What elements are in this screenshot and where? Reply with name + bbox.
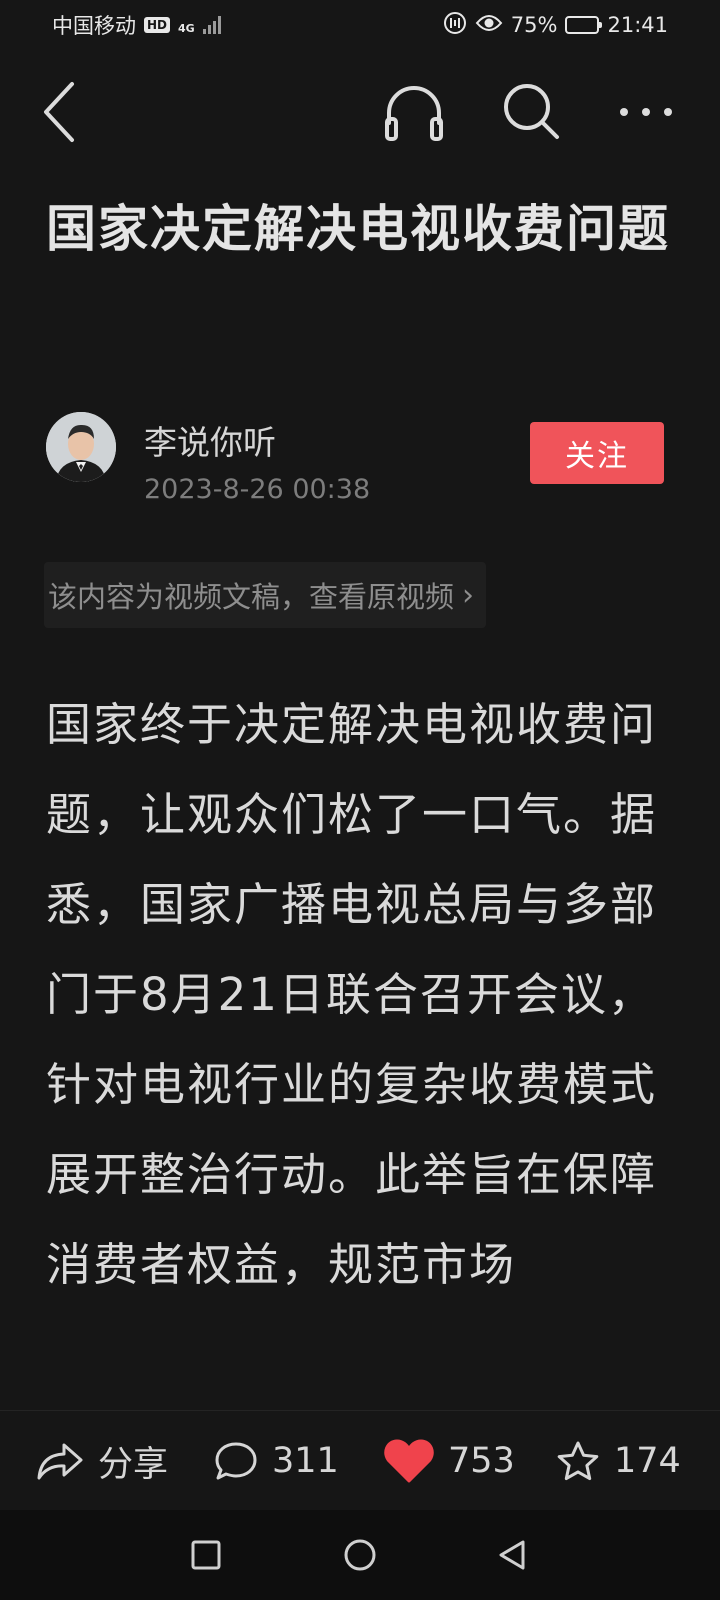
likes-count: 753 (448, 1441, 515, 1481)
share-icon (37, 1443, 83, 1480)
author-name[interactable]: 李说你听 (144, 416, 276, 464)
status-bar: 中国移动 HD 4G 75% 21:41 (0, 0, 720, 50)
article-screen: 中国移动 HD 4G 75% 21:41 国家决定解决电视收费问题 李说你听 2… (0, 0, 720, 1600)
status-left: 中国移动 HD 4G (52, 10, 221, 40)
follow-button[interactable]: 关注 (530, 422, 664, 484)
hd-badge: HD (144, 17, 171, 33)
comment-icon (215, 1442, 257, 1480)
listen-button[interactable] (382, 80, 446, 144)
headphones-icon (385, 86, 443, 141)
publish-date: 2023-8-26 00:38 (144, 474, 371, 505)
heart-icon (384, 1439, 434, 1483)
search-icon (504, 84, 559, 139)
comments-button[interactable]: 311 (214, 1411, 339, 1511)
share-label: 分享 (98, 1444, 169, 1485)
more-dots-icon (620, 108, 672, 116)
battery-icon (565, 16, 603, 34)
home-button[interactable] (340, 1535, 380, 1575)
more-button[interactable] (614, 80, 678, 144)
eye-comfort-icon (475, 13, 503, 38)
back-nav-button[interactable] (492, 1535, 532, 1575)
circle-icon (344, 1539, 376, 1571)
clock: 21:41 (607, 13, 668, 37)
search-button[interactable] (500, 80, 564, 144)
favorite-button[interactable]: 174 (556, 1411, 681, 1511)
source-link-text: 该内容为视频文稿，查看原视频 (48, 580, 455, 614)
view-original-video-link[interactable]: 该内容为视频文稿，查看原视频 › (44, 562, 487, 628)
comments-count: 311 (272, 1441, 339, 1481)
status-right: 75% 21:41 (443, 11, 668, 40)
back-arrow-icon (44, 82, 74, 142)
system-nav-bar (0, 1510, 720, 1600)
recent-apps-button[interactable] (186, 1535, 226, 1575)
star-icon (557, 1441, 599, 1481)
author-avatar[interactable] (46, 412, 116, 482)
nfc-icon (443, 11, 467, 40)
back-button[interactable] (30, 82, 90, 142)
chevron-right-icon: › (462, 577, 475, 613)
article-body: 国家终于决定解决电视收费问题，让观众们松了一口气。据悉，国家广播电视总局与多部门… (46, 698, 658, 1291)
signal-icon (202, 16, 221, 34)
network-type: 4G (178, 22, 195, 35)
battery-percent: 75% (510, 13, 558, 37)
action-bar: 分享 311 753 174 (0, 1410, 720, 1510)
share-button[interactable]: 分享 (36, 1411, 168, 1511)
favorites-count: 174 (614, 1441, 681, 1481)
triangle-back-icon (499, 1540, 525, 1570)
top-bar (0, 70, 720, 154)
square-icon (191, 1540, 221, 1570)
carrier-name: 中国移动 (52, 14, 136, 38)
article-title: 国家决定解决电视收费问题 (46, 200, 670, 258)
like-button[interactable]: 753 (384, 1411, 515, 1511)
